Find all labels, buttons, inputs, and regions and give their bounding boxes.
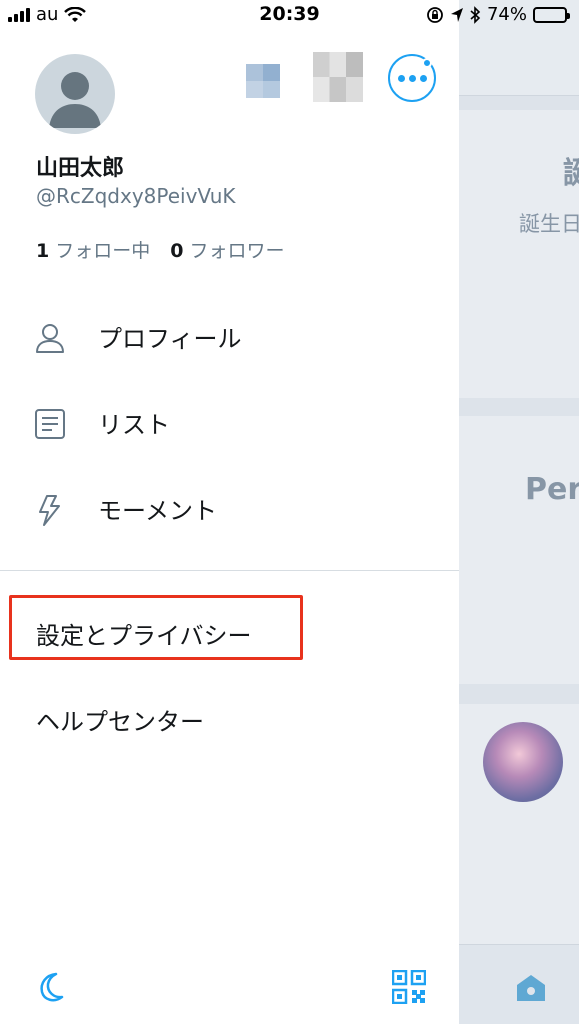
secondary-account-avatar[interactable]	[246, 64, 280, 98]
moon-icon[interactable]	[34, 970, 68, 1004]
menu-item-label: リスト	[98, 410, 170, 439]
timeline-heading-fragment: 誕	[563, 156, 579, 191]
timeline-card	[459, 416, 579, 684]
follow-stats: 1 フォロー中 0 フォロワー	[36, 236, 285, 263]
timeline-name-fragment: Per	[525, 472, 579, 507]
orientation-lock-icon	[427, 6, 443, 23]
battery-icon	[533, 6, 570, 23]
location-icon	[450, 7, 463, 22]
timeline-avatar	[483, 722, 563, 802]
menu-item-lists[interactable]: リスト	[0, 392, 459, 452]
notification-badge	[422, 58, 432, 68]
background-timeline[interactable]: 誕 誕生日 Per	[459, 0, 579, 1024]
more-dots-icon	[397, 74, 405, 82]
help-center-link[interactable]: ヘルプセンター	[36, 702, 204, 737]
more-accounts-button[interactable]	[388, 54, 436, 102]
following-label: フォロー中	[55, 240, 151, 262]
lightning-icon	[39, 495, 60, 526]
followers-link[interactable]: 0 フォロワー	[170, 236, 284, 263]
followers-label: フォロワー	[189, 240, 285, 262]
menu-item-profile[interactable]: プロフィール	[0, 306, 459, 366]
timeline-subtext-fragment: 誕生日	[519, 212, 579, 236]
qr-code-icon[interactable]	[392, 970, 426, 1004]
side-drawer: 山田太郎 @RcZqdxy8PeivVuK 1 フォロー中 0 フォロワー プロフィ…	[0, 0, 459, 1024]
screen: 誕 誕生日 Per 山田太郎 @RcZqdxy8PeivVuK 1 フォロー中 …	[0, 0, 579, 1024]
settings-and-privacy-link[interactable]: 設定とプライバシー	[36, 616, 252, 651]
list-icon	[35, 409, 65, 439]
more-dots-icon	[408, 74, 416, 82]
more-dots-icon	[419, 74, 427, 82]
menu-item-moments[interactable]: モーメント	[0, 478, 459, 538]
menu-item-label: モーメント	[98, 496, 218, 525]
menu-item-label: プロフィール	[98, 324, 242, 353]
status-bar: au 20:39 74%	[0, 0, 579, 30]
user-handle[interactable]: @RcZqdxy8PeivVuK	[36, 184, 236, 208]
home-icon[interactable]	[514, 972, 548, 1004]
status-bar-right: 74%	[426, 4, 570, 25]
following-link[interactable]: 1 フォロー中	[36, 236, 150, 263]
divider	[0, 570, 459, 571]
person-icon	[36, 324, 64, 353]
display-name[interactable]: 山田太郎	[36, 150, 124, 182]
bluetooth-icon	[470, 5, 481, 24]
following-count: 1	[36, 240, 50, 262]
timeline-card	[459, 110, 579, 398]
battery-percent: 74%	[486, 4, 527, 25]
default-avatar-icon	[49, 72, 101, 128]
profile-avatar[interactable]	[35, 54, 115, 134]
followers-count: 0	[170, 240, 184, 262]
secondary-account-avatar[interactable]	[313, 52, 363, 102]
